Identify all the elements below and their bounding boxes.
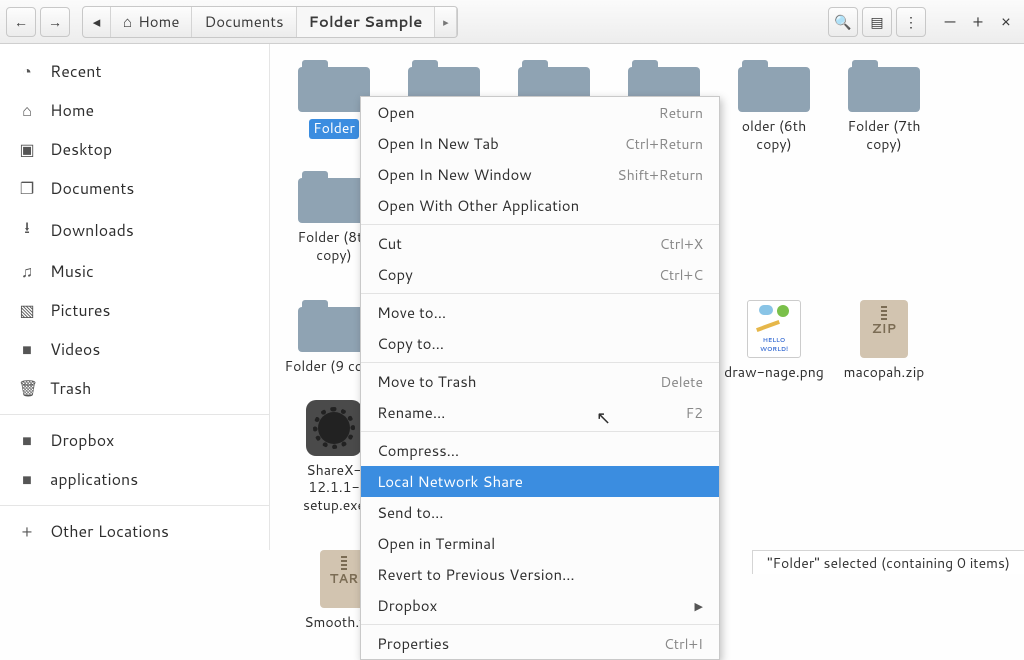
status-bar: "Folder" selected (containing 0 items)	[752, 550, 1024, 574]
file-item-archive[interactable]: ZIPmacopah.zip	[834, 300, 934, 382]
context-menu: OpenReturn Open In New TabCtrl+Return Op…	[360, 96, 720, 660]
zip-icon: ZIP	[860, 300, 908, 358]
sidebar-item-recent[interactable]: ◔Recent	[0, 52, 269, 91]
sidebar-item-home[interactable]: ⌂Home	[0, 91, 269, 130]
plus-icon: +	[18, 520, 36, 543]
sidebar-other-locations[interactable]: +Other Locations	[0, 512, 269, 551]
clock-icon: ◔	[18, 60, 36, 83]
file-item-folder[interactable]: Folder (7th copy)	[834, 60, 934, 153]
documents-icon: ❐	[18, 177, 36, 200]
breadcrumb: ◂ ⌂Home Documents Folder Sample ▸	[82, 6, 458, 38]
sidebar-item-pictures[interactable]: ▧Pictures	[0, 291, 269, 330]
path-home[interactable]: ⌂Home	[111, 7, 192, 37]
ctx-move-to-trash[interactable]: Move to TrashDelete	[361, 366, 719, 397]
sidebar-item-dropbox[interactable]: ■Dropbox	[0, 421, 269, 460]
home-icon: ⌂	[18, 99, 36, 122]
toolbar: ← → ◂ ⌂Home Documents Folder Sample ▸ 🔍 …	[0, 0, 1024, 44]
ctx-open-new-window[interactable]: Open In New WindowShift+Return	[361, 159, 719, 190]
sidebar-item-documents[interactable]: ❐Documents	[0, 169, 269, 208]
ctx-copy[interactable]: CopyCtrl+C	[361, 259, 719, 290]
ctx-open-new-tab[interactable]: Open In New TabCtrl+Return	[361, 128, 719, 159]
pictures-icon: ▧	[18, 299, 36, 322]
path-next-icon[interactable]: ▸	[435, 7, 457, 37]
desktop-icon: ▣	[18, 138, 36, 161]
ctx-local-network-share[interactable]: Local Network Share	[361, 466, 719, 497]
ctx-cut[interactable]: CutCtrl+X	[361, 228, 719, 259]
file-item-image[interactable]: HELLO WORLD! draw-nage.png	[724, 300, 824, 382]
sidebar-item-music[interactable]: ♫Music	[0, 252, 269, 291]
downloads-icon: ⭳	[18, 216, 36, 244]
home-icon: ⌂	[123, 11, 132, 32]
menu-button[interactable]: ⋮	[896, 7, 926, 37]
sidebar-item-videos[interactable]: ■Videos	[0, 330, 269, 369]
path-prev-icon[interactable]: ◂	[83, 7, 111, 37]
ctx-dropbox[interactable]: Dropbox▶	[361, 590, 719, 621]
folder-icon: ■	[18, 429, 36, 452]
folder-icon	[848, 60, 920, 112]
image-icon: HELLO WORLD!	[747, 300, 801, 358]
file-item-folder[interactable]: older (6th copy)	[724, 60, 824, 153]
ctx-open-with[interactable]: Open With Other Application	[361, 190, 719, 221]
ctx-copy-to[interactable]: Copy to…	[361, 328, 719, 359]
ctx-revert-previous[interactable]: Revert to Previous Version…	[361, 559, 719, 590]
folder-icon: ■	[18, 468, 36, 491]
sidebar-item-applications[interactable]: ■applications	[0, 460, 269, 499]
sidebar: ◔Recent ⌂Home ▣Desktop ❐Documents ⭳Downl…	[0, 44, 270, 550]
ctx-properties[interactable]: PropertiesCtrl+I	[361, 628, 719, 659]
videos-icon: ■	[18, 338, 36, 361]
forward-button[interactable]: →	[40, 7, 70, 37]
path-current[interactable]: Folder Sample	[297, 7, 436, 37]
back-button[interactable]: ←	[6, 7, 36, 37]
gear-icon	[306, 400, 362, 456]
ctx-rename[interactable]: Rename…F2	[361, 397, 719, 428]
minimize-button[interactable]: —	[938, 10, 962, 34]
folder-icon	[738, 60, 810, 112]
ctx-move-to[interactable]: Move to…	[361, 297, 719, 328]
search-button[interactable]: 🔍	[828, 7, 858, 37]
ctx-compress[interactable]: Compress…	[361, 435, 719, 466]
sidebar-item-desktop[interactable]: ▣Desktop	[0, 130, 269, 169]
sidebar-item-downloads[interactable]: ⭳Downloads	[0, 208, 269, 252]
sidebar-item-trash[interactable]: 🗑Trash	[0, 369, 269, 408]
ctx-send-to[interactable]: Send to…	[361, 497, 719, 528]
ctx-open-terminal[interactable]: Open in Terminal	[361, 528, 719, 559]
music-icon: ♫	[18, 260, 36, 283]
view-toggle-button[interactable]: ▤	[862, 7, 892, 37]
maximize-button[interactable]: +	[966, 10, 990, 34]
ctx-open[interactable]: OpenReturn	[361, 97, 719, 128]
close-button[interactable]: ×	[994, 10, 1018, 34]
trash-icon: 🗑	[18, 377, 36, 400]
path-documents[interactable]: Documents	[192, 7, 296, 37]
chevron-right-icon: ▶	[695, 598, 703, 614]
